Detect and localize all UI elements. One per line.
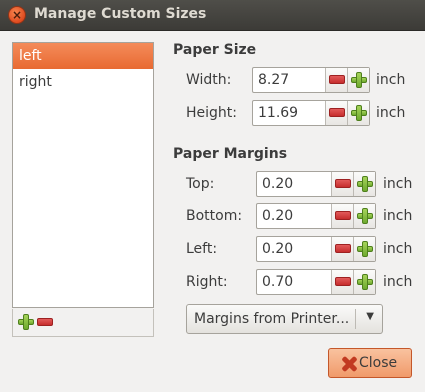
height-value[interactable]: 11.69 [258,105,298,121]
top-margin-decrement-button[interactable] [331,172,353,196]
minus-icon [329,108,345,117]
width-label: Width: [186,72,232,88]
minus-icon [329,75,345,84]
plus-icon [357,241,373,257]
left-margin-decrement-button[interactable] [331,237,353,261]
width-decrement-button[interactable] [325,68,347,92]
width-spinner[interactable]: 8.27 [252,67,370,93]
top-margin-label: Top: [186,176,215,192]
add-size-icon[interactable] [18,314,34,330]
right-margin-decrement-button[interactable] [331,270,353,294]
minus-icon [335,277,351,286]
margins-from-printer-dropdown[interactable]: Margins from Printer... ▼ [186,304,383,334]
margins-from-printer-label: Margins from Printer... [194,311,350,327]
width-unit: inch [376,72,406,88]
left-margin-unit: inch [383,241,413,257]
top-margin-increment-button[interactable] [353,172,375,196]
left-margin-increment-button[interactable] [353,237,375,261]
chevron-down-icon: ▼ [366,311,374,322]
close-button[interactable]: Close [328,348,412,378]
height-spinner[interactable]: 11.69 [252,100,370,126]
list-item[interactable]: right [13,69,153,95]
height-unit: inch [376,105,406,121]
top-margin-unit: inch [383,176,413,192]
right-margin-value[interactable]: 0.70 [262,274,293,290]
window-close-icon[interactable]: × [8,6,26,24]
right-margin-increment-button[interactable] [353,270,375,294]
top-margin-value[interactable]: 0.20 [262,176,293,192]
minus-icon [335,244,351,253]
top-margin-spinner[interactable]: 0.20 [256,171,376,197]
plus-icon [351,105,367,121]
bottom-margin-unit: inch [383,208,413,224]
list-toolbar [12,309,154,337]
right-margin-label: Right: [186,274,228,290]
minus-icon [335,179,351,188]
right-margin-unit: inch [383,274,413,290]
bottom-margin-spinner[interactable]: 0.20 [256,203,376,229]
height-label: Height: [186,105,237,121]
plus-icon [351,72,367,88]
bottom-margin-increment-button[interactable] [353,204,375,228]
right-margin-spinner[interactable]: 0.70 [256,269,376,295]
height-decrement-button[interactable] [325,101,347,125]
manage-custom-sizes-dialog: × Manage Custom Sizes left right Paper S… [0,0,425,392]
plus-icon [357,208,373,224]
bottom-margin-label: Bottom: [186,208,243,224]
remove-size-icon[interactable] [37,314,53,330]
bottom-margin-value[interactable]: 0.20 [262,208,293,224]
paper-size-heading: Paper Size [173,42,257,58]
title-bar: × Manage Custom Sizes [0,0,425,31]
height-increment-button[interactable] [347,101,369,125]
minus-icon [335,211,351,220]
close-button-label: Close [359,355,398,371]
left-margin-spinner[interactable]: 0.20 [256,236,376,262]
width-value[interactable]: 8.27 [258,72,289,88]
list-item[interactable]: left [13,43,153,69]
paper-margins-heading: Paper Margins [173,146,288,162]
left-margin-label: Left: [186,241,218,257]
bottom-margin-decrement-button[interactable] [331,204,353,228]
dropdown-separator [355,309,356,329]
custom-sizes-list[interactable]: left right [12,42,154,308]
plus-icon [357,176,373,192]
window-title: Manage Custom Sizes [34,6,207,22]
close-icon [341,356,357,372]
left-margin-value[interactable]: 0.20 [262,241,293,257]
width-increment-button[interactable] [347,68,369,92]
plus-icon [357,274,373,290]
